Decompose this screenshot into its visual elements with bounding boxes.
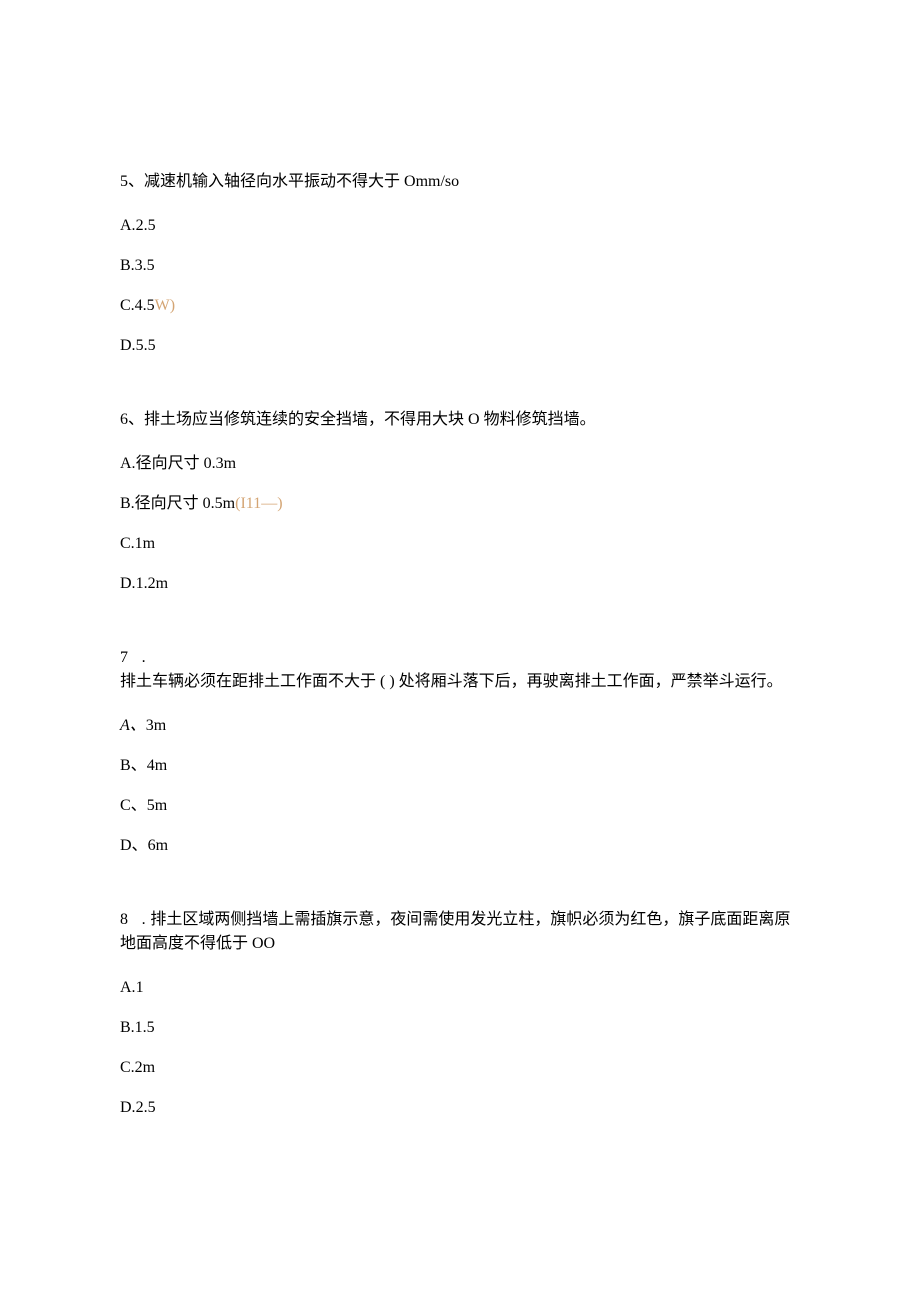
question-number: 8 . (120, 911, 150, 928)
option-value: 3m (146, 717, 166, 734)
option-c: C.2m (120, 1056, 800, 1080)
option-a: A.2.5 (120, 214, 800, 238)
option-label: D、 (120, 837, 148, 854)
question-5: 5、减速机输入轴径向水平振动不得大于 Omm/so A.2.5 B.3.5 C.… (120, 170, 800, 358)
option-b: B.3.5 (120, 254, 800, 278)
option-value: 径向尺寸 0.3m (136, 455, 236, 472)
option-d: D、6m (120, 834, 800, 858)
option-d: D.2.5 (120, 1096, 800, 1120)
option-label: B、 (120, 757, 147, 774)
option-label: A. (120, 455, 136, 472)
option-c: C、5m (120, 794, 800, 818)
option-value: 4.5 (135, 297, 155, 314)
option-label: A、 (120, 717, 146, 734)
option-value: 2.5 (136, 217, 156, 234)
question-number: 7 . (120, 649, 150, 666)
question-7: 7 . 排土车辆必须在距排土工作面不大于 ( ) 处将厢斗落下后，再驶离排土工作… (120, 646, 800, 858)
question-number-line: 7 . (120, 646, 800, 670)
option-value: 6m (148, 837, 168, 854)
option-value: 径向尺寸 0.5m (135, 495, 235, 512)
option-a: A、3m (120, 714, 800, 738)
question-body: 排土车辆必须在距排土工作面不大于 ( ) 处将厢斗落下后，再驶离排土工作面，严禁… (120, 673, 783, 690)
option-c: C.1m (120, 532, 800, 556)
question-body: 排土场应当修筑连续的安全挡墙，不得用大块 O 物料修筑挡墙。 (144, 411, 596, 428)
option-c: C.4.5W) (120, 294, 800, 318)
option-value: 1 (136, 979, 144, 996)
option-label: C、 (120, 797, 147, 814)
option-label: D. (120, 575, 136, 592)
option-d: D.5.5 (120, 334, 800, 358)
option-label: D. (120, 1099, 136, 1116)
question-text: 排土车辆必须在距排土工作面不大于 ( ) 处将厢斗落下后，再驶离排土工作面，严禁… (120, 670, 800, 694)
option-value: 4m (147, 757, 167, 774)
option-b: B、4m (120, 754, 800, 778)
option-label: C. (120, 1059, 135, 1076)
option-b: B.径向尺寸 0.5m(I11—) (120, 492, 800, 516)
question-8: 8 .排土区域两侧挡墙上需插旗示意，夜间需使用发光立柱，旗帜必须为红色，旗子底面… (120, 908, 800, 1120)
option-label: A. (120, 979, 136, 996)
option-label: D. (120, 337, 136, 354)
option-value: 5.5 (136, 337, 156, 354)
option-a: A.1 (120, 976, 800, 1000)
option-value: 1.5 (135, 1019, 155, 1036)
option-label: B. (120, 257, 135, 274)
option-value: 3.5 (135, 257, 155, 274)
option-value: 2.5 (136, 1099, 156, 1116)
option-label: A. (120, 217, 136, 234)
option-a: A.径向尺寸 0.3m (120, 452, 800, 476)
option-value: 1m (135, 535, 155, 552)
question-body: 减速机输入轴径向水平振动不得大于 Omm/so (144, 173, 459, 190)
question-text: 8 .排土区域两侧挡墙上需插旗示意，夜间需使用发光立柱，旗帜必须为红色，旗子底面… (120, 908, 800, 956)
option-label: B. (120, 1019, 135, 1036)
option-label: B. (120, 495, 135, 512)
question-number: 6、 (120, 411, 144, 428)
option-label: C. (120, 535, 135, 552)
question-text: 5、减速机输入轴径向水平振动不得大于 Omm/so (120, 170, 800, 194)
option-d: D.1.2m (120, 572, 800, 596)
question-number: 5、 (120, 173, 144, 190)
option-value: 2m (135, 1059, 155, 1076)
question-text: 6、排土场应当修筑连续的安全挡墙，不得用大块 O 物料修筑挡墙。 (120, 408, 800, 432)
option-value: 5m (147, 797, 167, 814)
question-6: 6、排土场应当修筑连续的安全挡墙，不得用大块 O 物料修筑挡墙。 A.径向尺寸 … (120, 408, 800, 596)
question-body: 排土区域两侧挡墙上需插旗示意，夜间需使用发光立柱，旗帜必须为红色，旗子底面距离原… (120, 911, 790, 952)
option-b: B.1.5 (120, 1016, 800, 1040)
option-label: C. (120, 297, 135, 314)
option-annotation: (I11—) (235, 495, 282, 512)
option-value: 1.2m (136, 575, 168, 592)
option-annotation: W) (155, 297, 175, 314)
